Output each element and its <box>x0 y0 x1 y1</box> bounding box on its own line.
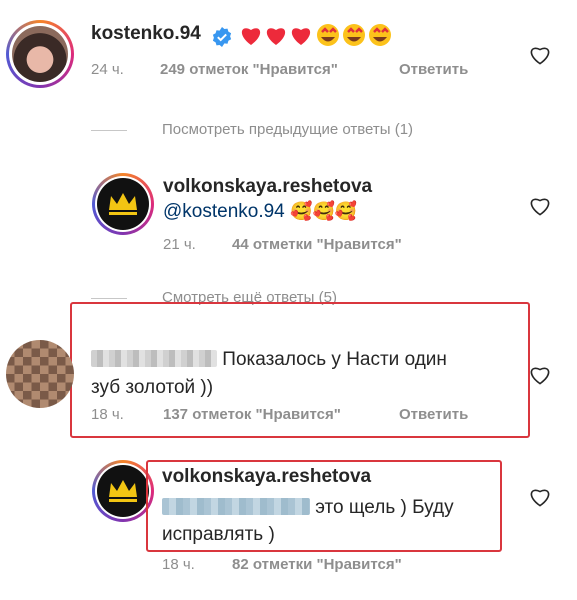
like-heart-icon[interactable] <box>529 45 551 65</box>
like-heart-icon[interactable] <box>529 487 551 507</box>
replies-divider <box>91 298 127 299</box>
comment-text: это щель ) Буду исправлять ) <box>162 497 454 545</box>
like-heart-icon[interactable] <box>529 196 551 216</box>
comment-time: 21 ч. <box>163 236 196 253</box>
avatar[interactable] <box>6 20 74 88</box>
mention-link[interactable]: @kostenko.94 <box>163 201 285 222</box>
comment-likes[interactable]: 137 отметок "Нравится" <box>163 406 341 423</box>
verified-badge-icon <box>212 27 232 47</box>
comment-time: 24 ч. <box>91 61 124 78</box>
comment-text-emojis: ❤❤❤😍😍😍 <box>240 22 400 48</box>
reply-button[interactable]: Ответить <box>399 406 468 423</box>
like-heart-icon[interactable] <box>529 365 551 385</box>
comment-likes[interactable]: 44 отметки "Нравится" <box>232 236 402 253</box>
comment-username[interactable]: volkonskaya.reshetova <box>162 466 371 488</box>
avatar[interactable] <box>92 460 154 522</box>
blurred-mention <box>162 498 310 515</box>
blurred-username <box>91 350 217 367</box>
avatar[interactable] <box>92 173 154 235</box>
comment-text: Показалось у Насти один зуб золотой )) <box>91 349 447 398</box>
comment-text: @kostenko.94 🥰🥰🥰 <box>163 201 357 223</box>
comment-likes[interactable]: 249 отметок "Нравится" <box>160 61 338 78</box>
reply-button[interactable]: Ответить <box>399 61 468 78</box>
comment-username[interactable]: volkonskaya.reshetova <box>163 176 372 198</box>
comment-time: 18 ч. <box>162 556 195 573</box>
comment-time: 18 ч. <box>91 406 124 423</box>
view-previous-replies-link[interactable]: Посмотреть предыдущие ответы (1) <box>162 121 413 138</box>
comment-username[interactable]: kostenko.94 <box>91 23 201 45</box>
emoji-text: 🥰🥰🥰 <box>290 201 358 221</box>
comment-likes[interactable]: 82 отметки "Нравится" <box>232 556 402 573</box>
replies-divider <box>91 130 127 131</box>
avatar[interactable] <box>6 340 74 408</box>
